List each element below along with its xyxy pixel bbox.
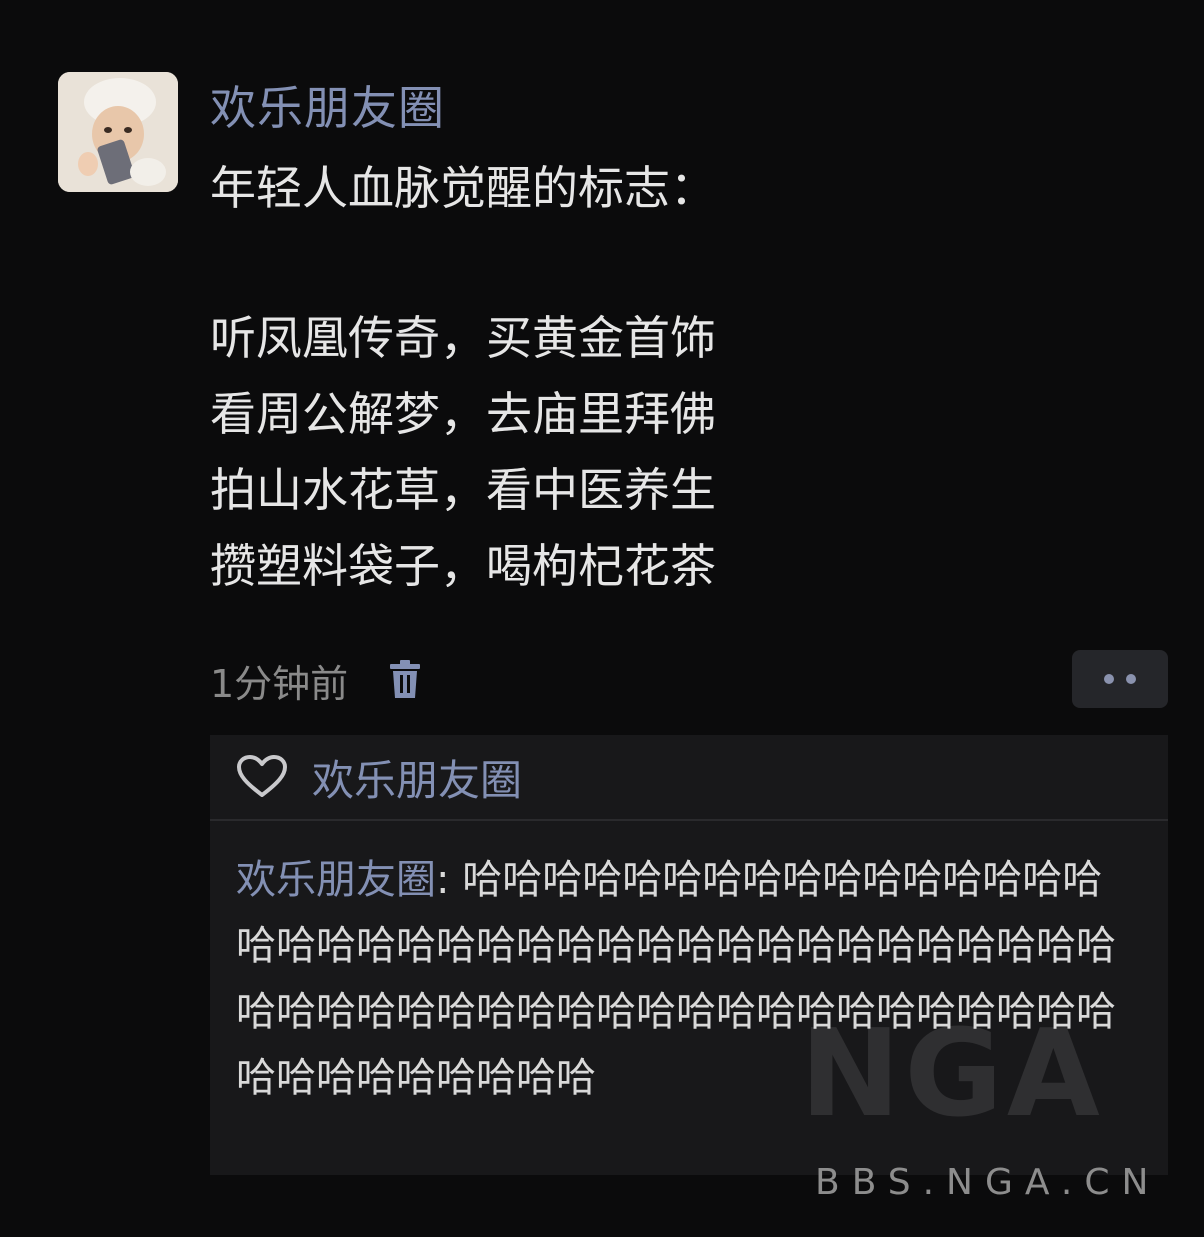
post-author-name[interactable]: 欢乐朋友圈 (210, 80, 445, 136)
trash-icon[interactable] (388, 660, 422, 700)
two-dots-icon (1104, 674, 1114, 684)
comment[interactable]: 欢乐朋友圈: 哈哈哈哈哈哈哈哈哈哈哈哈哈哈哈哈哈哈哈哈哈哈哈哈哈哈哈哈哈哈哈哈哈… (210, 821, 1168, 1111)
comment-author[interactable]: 欢乐朋友圈 (236, 857, 436, 903)
two-dots-icon (1126, 674, 1136, 684)
more-options-button[interactable] (1072, 650, 1168, 708)
interaction-panel: 欢乐朋友圈 欢乐朋友圈: 哈哈哈哈哈哈哈哈哈哈哈哈哈哈哈哈哈哈哈哈哈哈哈哈哈哈哈… (210, 735, 1168, 1175)
likes-row: 欢乐朋友圈 (210, 735, 1168, 821)
post-content: 年轻人血脉觉醒的标志： 听凤凰传奇，买黄金首饰 看周公解梦，去庙里拜佛 拍山水花… (210, 150, 910, 604)
baby-avatar-icon (58, 72, 178, 192)
like-user-name[interactable]: 欢乐朋友圈 (312, 747, 522, 808)
avatar[interactable] (58, 72, 178, 192)
post-time: 1分钟前 (210, 661, 349, 706)
heart-icon (236, 755, 288, 799)
post-line: 听凤凰传奇，买黄金首饰 (210, 311, 716, 365)
watermark-url: BBS.NGA.CN (815, 1162, 1161, 1203)
post-meta: 1分钟前 (210, 652, 422, 708)
post-line: 拍山水花草，看中医养生 (210, 463, 716, 517)
comment-separator: : (436, 857, 463, 903)
post-title-line: 年轻人血脉觉醒的标志： (210, 161, 716, 215)
post-line: 看周公解梦，去庙里拜佛 (210, 387, 716, 441)
post-line: 攒塑料袋子，喝枸杞花茶 (210, 539, 716, 593)
